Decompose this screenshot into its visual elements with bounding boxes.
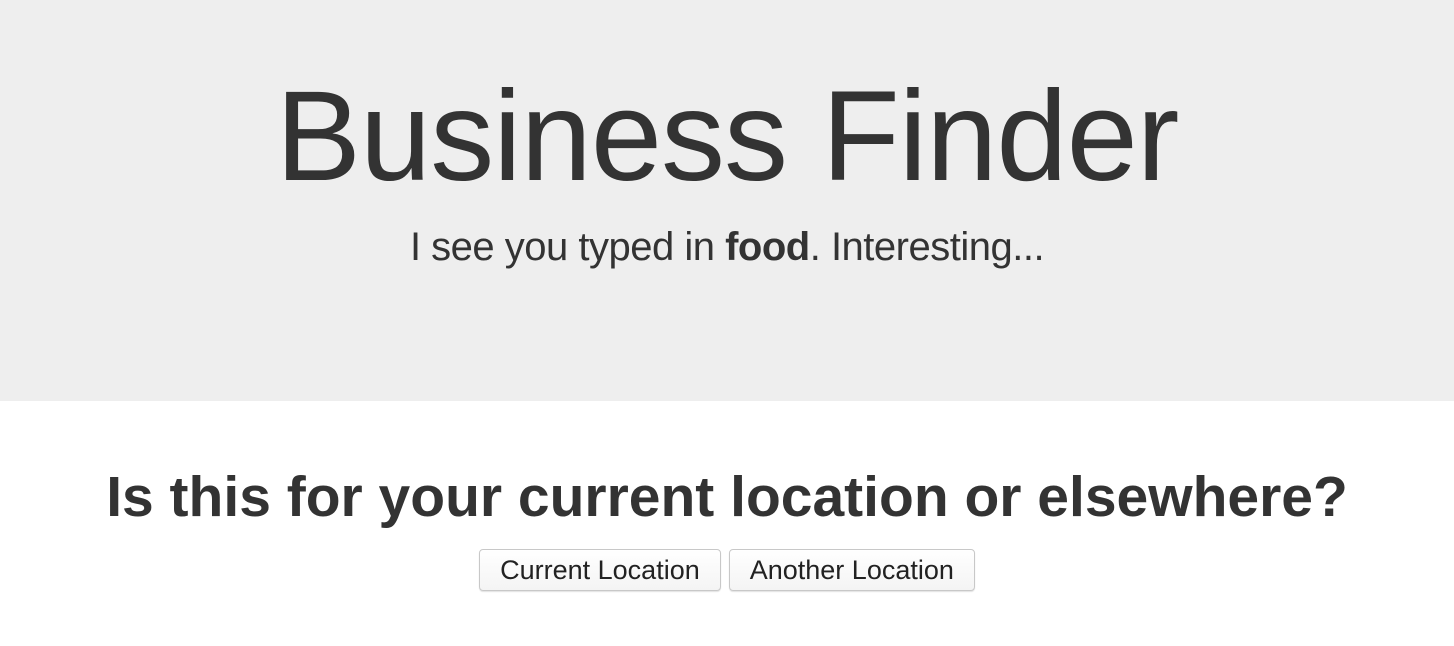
- current-location-button[interactable]: Current Location: [479, 549, 721, 591]
- location-button-group: Current Location Another Location: [0, 549, 1454, 591]
- search-query-term: food: [725, 225, 810, 269]
- jumbotron-header: Business Finder I see you typed in food.…: [0, 0, 1454, 401]
- location-question: Is this for your current location or els…: [106, 465, 1348, 529]
- subtitle-prefix: I see you typed in: [409, 225, 726, 269]
- page-title: Business Finder: [275, 65, 1180, 208]
- search-echo-text: I see you typed in food. Interesting...: [0, 222, 1454, 272]
- another-location-button[interactable]: Another Location: [728, 549, 975, 591]
- subtitle-suffix: . Interesting...: [809, 225, 1045, 269]
